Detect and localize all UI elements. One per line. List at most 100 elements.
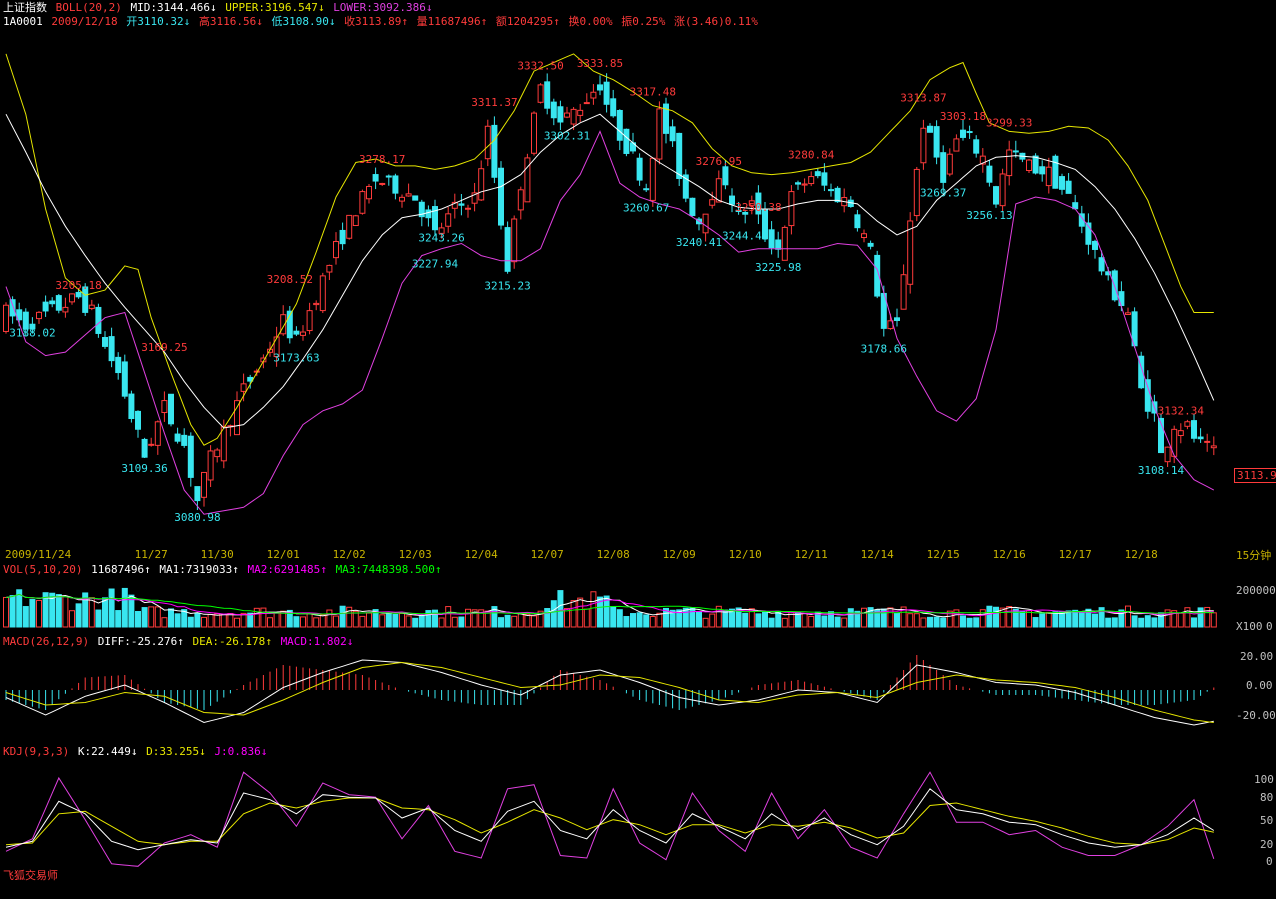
volume-bar[interactable] [1065,610,1072,628]
volume-bar[interactable] [841,617,848,628]
volume-bar[interactable] [1177,612,1184,628]
candle[interactable] [953,134,960,152]
volume-bar[interactable] [702,617,709,628]
volume-bar[interactable] [366,612,372,628]
volume-bar[interactable] [927,616,933,628]
candle[interactable] [669,119,676,147]
candle[interactable] [36,311,42,324]
candle[interactable] [781,225,788,261]
candlestick-panel[interactable]: 3188.02 3205.18 3109.36 3169.25 3080.98 3208.… [3,53,1217,524]
volume-bar[interactable] [643,614,650,628]
volume-bar[interactable] [1111,617,1118,628]
candle[interactable] [920,119,927,170]
candle[interactable] [1026,158,1032,173]
volume-bar[interactable] [148,606,155,628]
candle[interactable] [392,173,399,200]
volume-bar[interactable] [557,590,564,628]
volume-bar[interactable] [1144,615,1151,628]
candle[interactable] [590,84,597,105]
volume-bar[interactable] [306,612,313,628]
candle[interactable] [379,182,386,186]
candle[interactable] [102,331,108,349]
volume-bar[interactable] [762,611,768,628]
candle[interactable] [649,157,656,207]
volume-bar[interactable] [636,612,643,628]
candle[interactable] [412,195,419,201]
volume-bar[interactable] [22,606,29,628]
candle[interactable] [319,272,326,314]
candle[interactable] [234,391,240,436]
candle[interactable] [517,186,524,220]
volume-bar[interactable] [418,615,425,628]
volume-bar[interactable] [267,617,273,628]
volume-bar[interactable] [451,616,458,628]
candle[interactable] [359,189,366,215]
volume-bar[interactable] [36,599,42,628]
volume-bar[interactable] [755,613,762,628]
candle[interactable] [801,178,808,193]
volume-bar[interactable] [379,614,386,628]
candle[interactable] [1204,433,1211,452]
volume-bar[interactable] [1105,617,1112,628]
candle[interactable] [656,101,663,165]
candle[interactable] [729,188,735,213]
volume-bar[interactable] [168,608,174,628]
candle[interactable] [775,231,782,258]
volume-bar[interactable] [993,606,999,628]
candle[interactable] [557,100,564,131]
candle[interactable] [946,148,953,177]
volume-bar[interactable] [623,616,630,628]
candle[interactable] [128,390,135,423]
candle[interactable] [795,180,801,190]
candle[interactable] [788,185,795,235]
volume-bar[interactable] [187,616,194,628]
candle[interactable] [610,89,617,118]
volume-bar[interactable] [570,600,577,628]
candle[interactable] [55,294,62,314]
candle[interactable] [88,299,95,311]
volume-bar[interactable] [577,597,584,628]
volume-bar[interactable] [300,616,306,628]
candle[interactable] [689,197,696,217]
candle[interactable] [603,73,610,113]
candle[interactable] [1032,153,1039,175]
volume-bar[interactable] [590,591,597,628]
volume-bar[interactable] [781,617,788,628]
candle[interactable] [1210,436,1217,456]
volume-bar[interactable] [319,614,326,628]
volume-bar[interactable] [207,614,214,628]
volume-bar[interactable] [1197,607,1204,628]
candle[interactable] [682,169,689,203]
candle[interactable] [1072,194,1079,210]
volume-bar[interactable] [161,617,168,628]
volume-bar[interactable] [260,607,267,628]
volume-bar[interactable] [682,607,689,628]
volume-bar[interactable] [649,616,656,628]
candle[interactable] [306,302,313,335]
volume-bar[interactable] [550,600,557,628]
volume-bar[interactable] [273,612,280,628]
volume-bar[interactable] [141,607,148,628]
volume-bar[interactable] [352,610,359,628]
candle[interactable] [715,170,722,203]
volume-bar[interactable] [102,597,108,628]
candle[interactable] [986,159,993,187]
volume-bar[interactable] [986,605,993,628]
volume-bar[interactable] [1158,612,1164,628]
volume-bar[interactable] [438,617,445,628]
candle[interactable] [696,217,702,231]
volume-bar[interactable] [504,614,511,628]
kdj-panel[interactable] [5,771,1215,867]
candle[interactable] [174,427,181,444]
volume-bar[interactable] [973,617,980,628]
volume-bar[interactable] [1151,617,1158,628]
volume-bar[interactable] [630,613,636,628]
volume-bar[interactable] [861,607,867,628]
volume-bar[interactable] [293,616,300,628]
candle[interactable] [993,185,999,208]
volume-bar[interactable] [1019,610,1026,628]
candle[interactable] [814,168,821,179]
volume-bar[interactable] [1131,615,1138,628]
candle[interactable] [1085,213,1092,255]
volume-bar[interactable] [821,615,828,628]
